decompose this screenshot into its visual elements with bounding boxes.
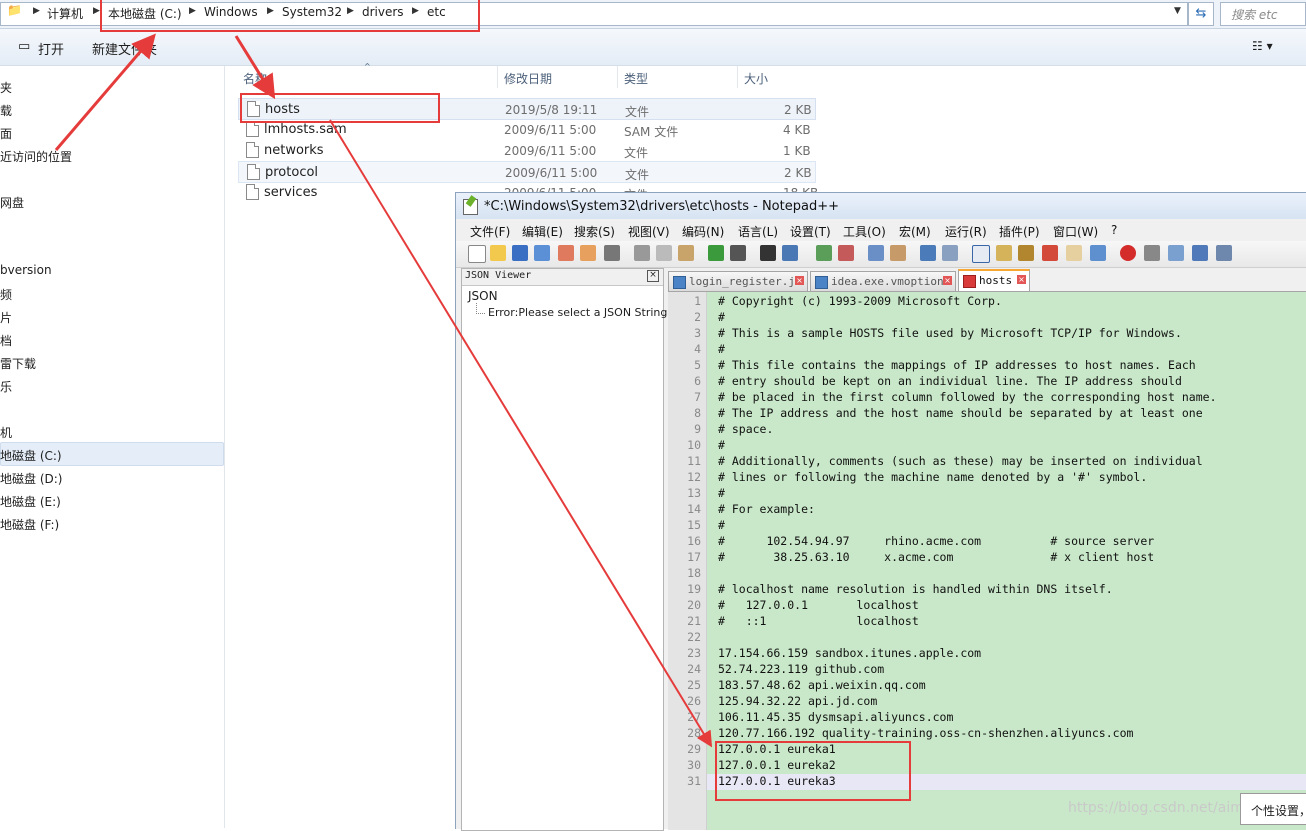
arrow-to-path [54,33,156,151]
tooltip: 个性设置， [1240,793,1306,825]
watermark-text: https://blog.csdn.net/aima [1068,800,1253,816]
tooltip-text: 个性设置， [1251,804,1306,818]
arrow-to-hosts [234,35,276,100]
arrow-to-eureka [329,119,713,748]
annotation-arrows [54,33,713,748]
